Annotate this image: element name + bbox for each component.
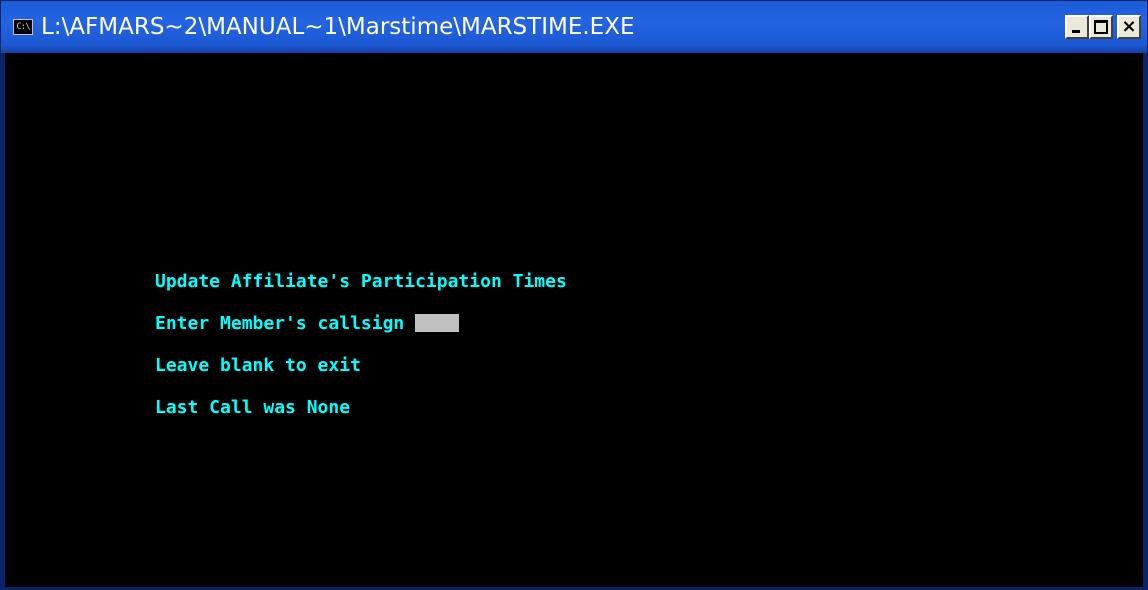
close-icon: × (1121, 16, 1137, 37)
console-output-area[interactable]: Update Affiliate's Participation Times E… (5, 53, 1143, 587)
console-window: C:\ L:\AFMARS~2\MANUAL~1\Marstime\MARSTI… (0, 0, 1148, 590)
minimize-button[interactable] (1065, 15, 1089, 39)
callsign-prompt-row: Enter Member's callsign (155, 313, 460, 335)
close-button[interactable]: × (1117, 15, 1141, 39)
minimize-icon (1072, 30, 1080, 33)
window-title: L:\AFMARS~2\MANUAL~1\Marstime\MARSTIME.E… (41, 14, 635, 40)
callsign-input[interactable] (415, 314, 460, 332)
maximize-icon (1094, 20, 1108, 34)
maximize-button[interactable] (1089, 15, 1113, 39)
last-call-status: Last Call was None (155, 397, 351, 418)
title-bar[interactable]: C:\ L:\AFMARS~2\MANUAL~1\Marstime\MARSTI… (1, 1, 1147, 53)
exit-hint: Leave blank to exit (155, 355, 361, 376)
console-app-icon[interactable]: C:\ (13, 19, 33, 35)
callsign-prompt-label: Enter Member's callsign (155, 313, 405, 334)
screen-heading: Update Affiliate's Participation Times (155, 271, 567, 292)
